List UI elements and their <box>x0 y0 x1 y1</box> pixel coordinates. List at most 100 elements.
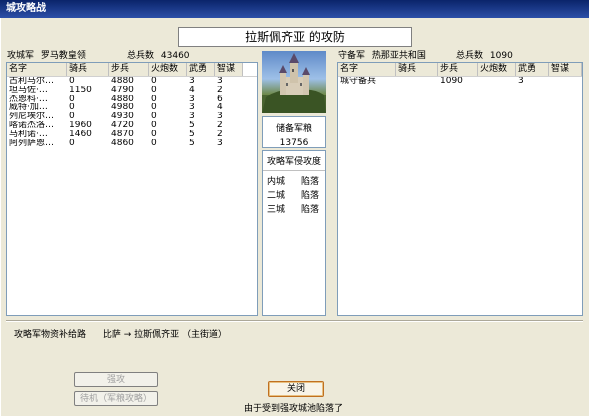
progress-label: 攻略军侵攻度 <box>263 154 325 171</box>
cell-valor: 5 <box>189 129 195 139</box>
cell-name: 列尼埃尔… <box>9 112 55 121</box>
attacker-total-label: 总兵数 <box>127 51 155 61</box>
section-row: 三城 陷落 <box>267 205 325 215</box>
table-row[interactable]: 坦马佐·… 1150 4790 0 4 2 <box>7 86 257 95</box>
castle-image <box>262 51 326 113</box>
table-row[interactable]: 古利马尔… 0 4880 0 3 3 <box>7 77 257 86</box>
cell-wisdom <box>549 77 582 86</box>
cell-cavalry: 1960 <box>69 120 92 130</box>
cell-wisdom: 4 <box>217 103 223 113</box>
cell-valor: 3 <box>518 77 524 86</box>
defender-col-cannons[interactable]: 火炮数 <box>478 63 516 76</box>
table-row[interactable]: 杰恩科·… 0 4880 0 3 6 <box>7 95 257 104</box>
cell-wisdom: 2 <box>217 85 223 95</box>
cell-cannons: 0 <box>151 77 157 86</box>
cell-cannons: 0 <box>151 120 157 130</box>
cell-wisdom: 2 <box>217 129 223 139</box>
defender-col-infantry[interactable]: 步兵 <box>438 63 478 76</box>
attacker-list[interactable]: 名字 骑兵 步兵 火炮数 武勇 智谋 古利马尔… 0 4880 0 3 3 坦马… <box>6 62 258 316</box>
table-row[interactable]: 马利诺·… 1460 4870 0 5 2 <box>7 130 257 139</box>
cell-infantry: 4880 <box>111 77 134 86</box>
cell-infantry: 4790 <box>111 85 134 95</box>
defender-col-valor[interactable]: 武勇 <box>516 63 549 76</box>
cell-name: 杰恩科·… <box>9 94 48 104</box>
defender-total-value: 1090 <box>489 51 513 61</box>
progress-panel: 攻略军侵攻度 内城 陷落 二城 陷落 三城 陷落 <box>262 150 326 316</box>
close-button[interactable]: 关闭 <box>268 381 324 397</box>
cell-name: 坦马佐·… <box>9 85 48 95</box>
supply-route-value: 比萨 → 拉斯佩齐亚 （主街道） <box>102 330 228 340</box>
cell-cannons: 0 <box>151 85 157 95</box>
attacker-total-value: 43460 <box>160 51 190 61</box>
castle-icon <box>262 53 326 113</box>
cell-cavalry: 0 <box>69 112 75 121</box>
window-title: 城攻略战 <box>6 3 46 14</box>
cell-cannons: 0 <box>151 103 157 113</box>
cell-wisdom: 6 <box>217 94 223 104</box>
assault-button[interactable]: 强攻 <box>74 372 158 387</box>
attacker-col-cavalry[interactable]: 骑兵 <box>67 63 109 76</box>
cell-infantry: 4860 <box>111 138 134 148</box>
attacker-total: 总兵数 43460 <box>127 48 190 61</box>
table-row[interactable]: 城守备兵 1090 3 <box>338 77 582 86</box>
cell-cavalry: 0 <box>69 138 75 148</box>
defender-list-header: 名字 骑兵 步兵 火炮数 武勇 智谋 <box>338 63 582 77</box>
cell-valor: 5 <box>189 120 195 130</box>
defender-col-cavalry[interactable]: 骑兵 <box>396 63 438 76</box>
section-name: 三城 <box>267 205 286 215</box>
provisions-label: 储备军粮 <box>275 124 312 134</box>
cell-cavalry: 1460 <box>69 129 92 139</box>
attacker-col-name[interactable]: 名字 <box>7 63 67 76</box>
defender-col-name[interactable]: 名字 <box>338 63 396 76</box>
supply-label: 攻略军物资补给路 <box>14 330 87 340</box>
window-title-bar: 城攻略战 <box>0 0 589 18</box>
cell-cannons: 0 <box>151 94 157 104</box>
divider <box>6 320 583 322</box>
attacker-col-valor[interactable]: 武勇 <box>187 63 215 76</box>
table-row[interactable]: 阿列萨恩… 0 4860 0 5 3 <box>7 139 257 148</box>
attacker-col-infantry[interactable]: 步兵 <box>109 63 149 76</box>
section-name: 内城 <box>267 177 286 187</box>
cell-valor: 3 <box>189 112 195 121</box>
battle-caption: 拉斯佩齐亚 的攻防 <box>178 27 412 47</box>
cell-infantry: 4880 <box>111 94 134 104</box>
section-status: 陷落 <box>301 191 320 201</box>
attacker-col-wisdom[interactable]: 智谋 <box>215 63 243 76</box>
cell-cannons: 0 <box>151 129 157 139</box>
defender-label: 守备军 <box>338 51 366 61</box>
cell-valor: 3 <box>189 103 195 113</box>
cell-valor: 3 <box>189 94 195 104</box>
cell-valor: 3 <box>189 77 195 86</box>
table-row[interactable]: 威特·加… 0 4980 0 3 4 <box>7 103 257 112</box>
wait-button[interactable]: 待机（军粮攻略） <box>74 391 158 406</box>
cell-name: 威特·加… <box>9 103 48 113</box>
cell-infantry: 4870 <box>111 129 134 139</box>
cell-name: 古利马尔… <box>9 77 55 86</box>
section-name: 二城 <box>267 191 286 201</box>
provisions-panel: 储备军粮 13756 <box>262 116 326 148</box>
cell-infantry: 4720 <box>111 120 134 130</box>
table-row[interactable]: 列尼埃尔… 0 4930 0 3 3 <box>7 112 257 121</box>
cell-name: 城守备兵 <box>340 77 377 86</box>
cell-name: 马利诺·… <box>9 129 48 139</box>
table-row[interactable]: 喀诺杰洛… 1960 4720 0 5 2 <box>7 121 257 130</box>
attacker-name: 罗马教皇领 <box>40 51 86 61</box>
attacker-col-cannons[interactable]: 火炮数 <box>149 63 187 76</box>
cell-cavalry: 0 <box>69 77 75 86</box>
section-row: 二城 陷落 <box>267 191 325 201</box>
supply-route: 攻略军物资补给路 比萨 → 拉斯佩齐亚 （主街道） <box>14 327 227 340</box>
cell-valor: 5 <box>189 138 195 148</box>
attacker-label: 攻城军 <box>7 51 35 61</box>
defender-list[interactable]: 名字 骑兵 步兵 火炮数 武勇 智谋 城守备兵 1090 3 <box>337 62 583 316</box>
cell-cannons: 0 <box>151 138 157 148</box>
cell-cavalry <box>396 77 438 86</box>
cell-name: 喀诺杰洛… <box>9 120 55 130</box>
cell-cavalry: 0 <box>69 103 75 113</box>
cell-infantry: 1090 <box>440 77 463 86</box>
section-row: 内城 陷落 <box>267 177 325 187</box>
defender-total: 总兵数 1090 <box>456 48 513 61</box>
defender-col-wisdom[interactable]: 智谋 <box>549 63 582 76</box>
defender-total-label: 总兵数 <box>456 51 484 61</box>
defender-name: 热那亚共和国 <box>371 51 426 61</box>
cell-cannons: 0 <box>151 112 157 121</box>
